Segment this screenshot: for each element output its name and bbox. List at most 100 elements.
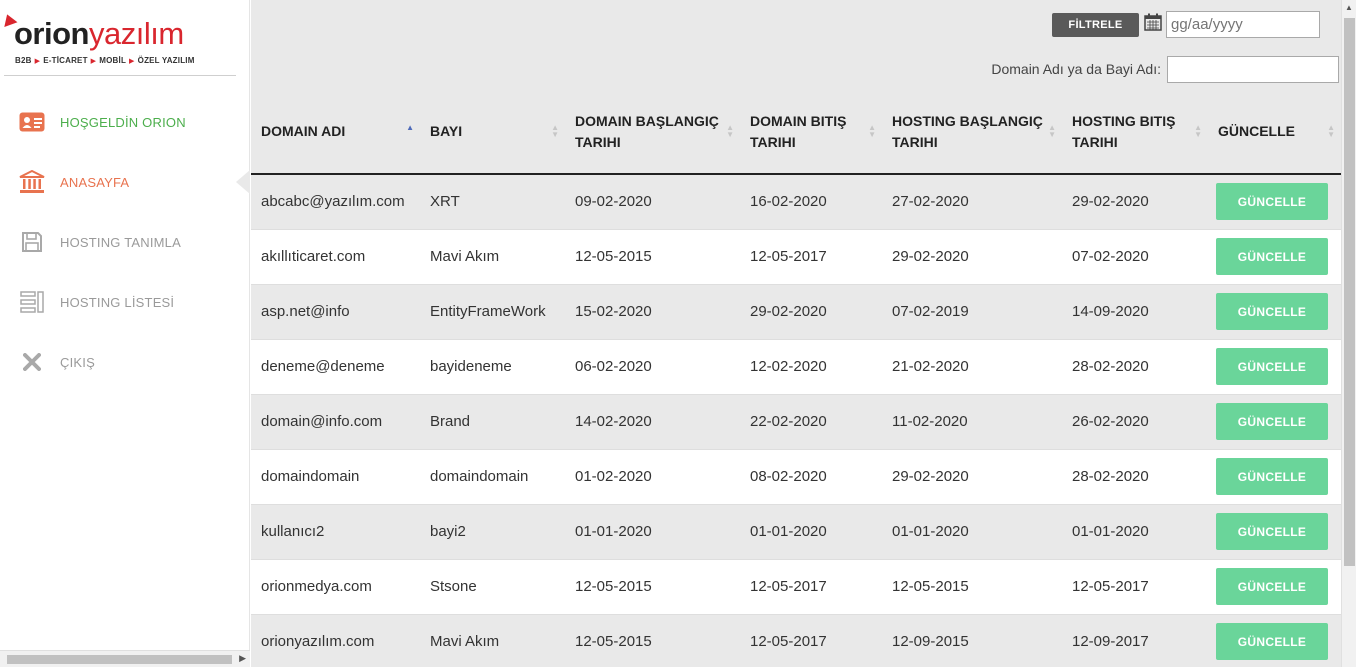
scroll-up-arrow-icon[interactable]: ▲	[1345, 3, 1353, 12]
scrollbar-thumb[interactable]	[1344, 18, 1355, 566]
cell-hosting-end: 28-02-2020	[1062, 339, 1208, 395]
cell-action: GÜNCELLE	[1208, 174, 1341, 230]
tagline-eticaret: E-TİCARET	[43, 56, 88, 65]
cell-domain-end: 08-02-2020	[740, 449, 882, 505]
sidebar-item-welcome[interactable]: HOŞGELDİN ORION	[0, 92, 249, 152]
cell-domain-start: 14-02-2020	[565, 394, 740, 450]
sidebar-item-label: ÇIKIŞ	[60, 354, 95, 370]
cell-domain-start: 12-05-2015	[565, 614, 740, 667]
floppy-disk-icon	[18, 228, 46, 256]
id-card-icon	[18, 108, 46, 136]
bank-icon	[18, 168, 46, 196]
table-body: abcabc@yazılım.com XRT 09-02-2020 16-02-…	[251, 174, 1341, 667]
cell-domain-end: 22-02-2020	[740, 394, 882, 450]
sort-icon: ▲ ▼	[1048, 123, 1056, 139]
update-button[interactable]: GÜNCELLE	[1216, 623, 1328, 660]
brand-logo[interactable]: orionyazılım B2B ▶ E-TİCARET ▶ MOBİL ▶ ÖZEL YA…	[0, 11, 236, 76]
scrollbar-thumb[interactable]	[7, 655, 232, 664]
tagline-ozel-yazilim: ÖZEL YAZILIM	[137, 56, 195, 65]
update-button[interactable]: GÜNCELLE	[1216, 348, 1328, 385]
column-header-hosting-bitis[interactable]: HOSTING BITIŞ TARIHI ▲ ▼	[1062, 90, 1208, 175]
sidebar-item-hosting-tanimla[interactable]: HOSTING TANIMLA	[0, 212, 249, 272]
cell-hosting-start: 12-05-2015	[882, 559, 1062, 615]
sort-icon: ▲ ▼	[1194, 123, 1202, 139]
table-row: asp.net@info EntityFrameWork 15-02-2020 …	[251, 284, 1341, 340]
cell-hosting-start: 29-02-2020	[882, 229, 1062, 285]
update-button[interactable]: GÜNCELLE	[1216, 183, 1328, 221]
sidebar-item-label: HOŞGELDİN ORION	[60, 114, 186, 130]
column-header-label: HOSTING BAŞLANGIÇ TARIHI	[892, 112, 1043, 150]
cell-action: GÜNCELLE	[1208, 339, 1341, 395]
column-header-bayi[interactable]: BAYI ▲ ▼	[420, 90, 565, 175]
cell-domain: deneme@deneme	[251, 339, 420, 395]
tagline-arrow-icon: ▶	[129, 58, 135, 65]
cell-hosting-end: 12-09-2017	[1062, 614, 1208, 667]
update-button[interactable]: GÜNCELLE	[1216, 458, 1328, 495]
search-input[interactable]	[1167, 56, 1339, 83]
column-header-domain-baslangic[interactable]: DOMAIN BAŞLANGIÇ TARIHI ▲ ▼	[565, 90, 740, 175]
column-header-hosting-baslangic[interactable]: HOSTING BAŞLANGIÇ TARIHI ▲ ▼	[882, 90, 1062, 175]
cell-hosting-start: 07-02-2019	[882, 284, 1062, 340]
cell-domain: abcabc@yazılım.com	[251, 174, 420, 230]
cell-domain: asp.net@info	[251, 284, 420, 340]
sidebar-nav: HOŞGELDİN ORION ANASAYFA HOSTING TANIMLA…	[0, 92, 250, 392]
cell-hosting-end: 28-02-2020	[1062, 449, 1208, 505]
cell-domain-start: 12-05-2015	[565, 229, 740, 285]
column-header-label: HOSTING BITIŞ TARIHI	[1072, 112, 1176, 150]
vertical-scrollbar[interactable]: ▲	[1341, 0, 1356, 667]
table-row: deneme@deneme bayideneme 06-02-2020 12-0…	[251, 339, 1341, 395]
column-header-domain-bitis[interactable]: DOMAIN BITIŞ TARIHI ▲ ▼	[740, 90, 882, 175]
column-header-label: DOMAIN ADI	[261, 123, 346, 139]
cell-hosting-end: 07-02-2020	[1062, 229, 1208, 285]
cell-hosting-start: 27-02-2020	[882, 174, 1062, 230]
sidebar-item-label: HOSTING LİSTESİ	[60, 294, 175, 310]
sidebar-item-label: HOSTING TANIMLA	[60, 234, 181, 250]
cell-action: GÜNCELLE	[1208, 394, 1341, 450]
date-input[interactable]	[1166, 11, 1320, 38]
horizontal-scrollbar[interactable]: ▶	[0, 650, 250, 667]
tagline-mobil: MOBİL	[99, 56, 127, 65]
sidebar-item-anasayfa[interactable]: ANASAYFA	[0, 152, 250, 212]
cell-domain: akıllıticaret.com	[251, 229, 420, 285]
scroll-right-arrow-icon[interactable]: ▶	[239, 653, 246, 664]
cell-bayi: Brand	[420, 394, 565, 450]
cell-bayi: Mavi Akım	[420, 229, 565, 285]
sort-icon: ▲ ▼	[551, 123, 559, 139]
sort-icon: ▲ ▼	[1327, 123, 1335, 139]
column-header-label: GÜNCELLE	[1218, 123, 1295, 139]
tagline-b2b: B2B	[15, 56, 32, 65]
cell-hosting-start: 11-02-2020	[882, 394, 1062, 450]
cell-hosting-start: 01-01-2020	[882, 504, 1062, 560]
update-button[interactable]: GÜNCELLE	[1216, 238, 1328, 275]
cell-domain-end: 01-01-2020	[740, 504, 882, 560]
cell-domain-end: 16-02-2020	[740, 174, 882, 230]
cell-hosting-end: 14-09-2020	[1062, 284, 1208, 340]
filter-button[interactable]: FİLTRELE	[1052, 13, 1139, 37]
table-row: domain@info.com Brand 14-02-2020 22-02-2…	[251, 394, 1341, 450]
column-header-guncelle[interactable]: GÜNCELLE ▲ ▼	[1208, 90, 1341, 175]
main-content: FİLTRELE Domain Adı ya da Bayi Adı: DOMA…	[251, 0, 1341, 667]
update-button[interactable]: GÜNCELLE	[1216, 513, 1328, 550]
update-button[interactable]: GÜNCELLE	[1216, 293, 1328, 330]
cell-domain-end: 12-02-2020	[740, 339, 882, 395]
table-row: akıllıticaret.com Mavi Akım 12-05-2015 1…	[251, 229, 1341, 285]
cell-hosting-start: 21-02-2020	[882, 339, 1062, 395]
cell-domain-end: 12-05-2017	[740, 229, 882, 285]
cell-domain-start: 01-02-2020	[565, 449, 740, 505]
cell-bayi: Mavi Akım	[420, 614, 565, 667]
logo-part1: orion	[14, 16, 90, 51]
sidebar-item-hosting-listesi[interactable]: HOSTING LİSTESİ	[0, 272, 249, 332]
cell-bayi: bayi2	[420, 504, 565, 560]
sidebar-item-cikis[interactable]: ÇIKIŞ	[0, 332, 249, 392]
update-button[interactable]: GÜNCELLE	[1216, 568, 1328, 605]
update-button[interactable]: GÜNCELLE	[1216, 403, 1328, 440]
cell-domain: kullanıcı2	[251, 504, 420, 560]
cell-domain: domaindomain	[251, 449, 420, 505]
table-header-row: DOMAIN ADI ▲ BAYI ▲ ▼ DOMAIN BAŞLANGIÇ TARI…	[251, 90, 1341, 175]
table-row: abcabc@yazılım.com XRT 09-02-2020 16-02-…	[251, 174, 1341, 230]
column-header-domain-adi[interactable]: DOMAIN ADI ▲	[251, 90, 420, 175]
logo-part2: yazılım	[89, 16, 184, 51]
cell-domain-end: 29-02-2020	[740, 284, 882, 340]
calendar-icon[interactable]	[1144, 13, 1162, 31]
cell-domain-end: 12-05-2017	[740, 614, 882, 667]
